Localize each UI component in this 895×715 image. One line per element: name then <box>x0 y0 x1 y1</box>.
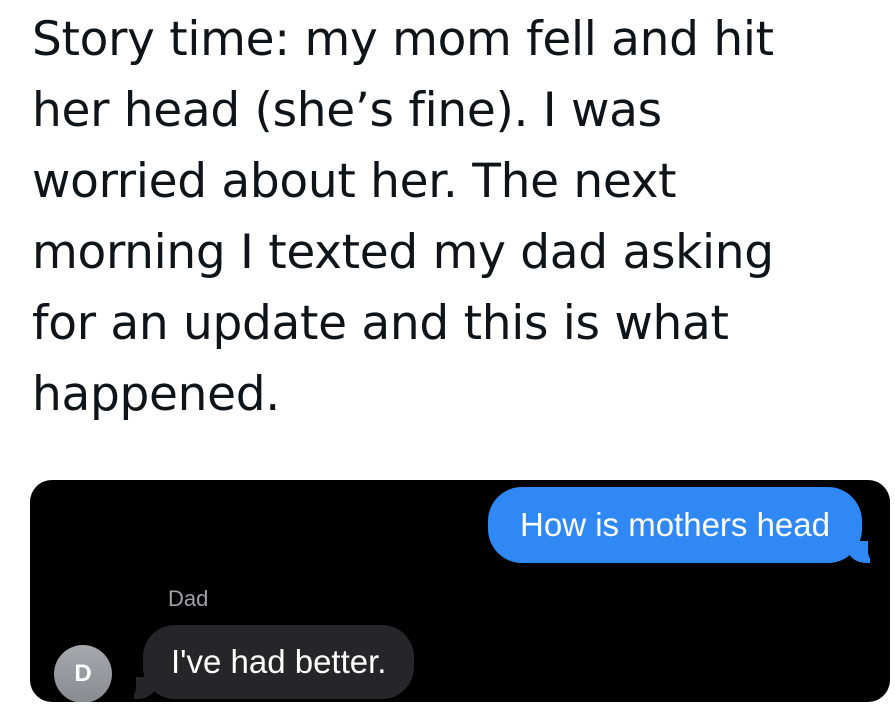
sent-message-bubble: How is mothers head <box>488 487 884 564</box>
received-message-text: I've had better. <box>171 643 387 680</box>
tweet-line: worried about her. The next <box>32 154 677 209</box>
sent-bubble-tail <box>848 541 870 563</box>
received-bubble-tail <box>134 677 156 699</box>
tweet-line: morning I texted my dad asking <box>32 225 774 280</box>
tweet-text: Story time: my mom fell and hit her head… <box>32 4 872 430</box>
avatar: D <box>54 645 112 702</box>
tweet-line: her head (she’s fine). I was <box>32 83 662 138</box>
message-screenshot: How is mothers head Dad D I've had bette… <box>30 480 890 702</box>
sent-message-text: How is mothers head <box>520 506 830 543</box>
tweet-line: happened. <box>32 367 280 422</box>
sender-name: Dad <box>168 586 209 611</box>
received-message-bubble: I've had better. <box>120 625 415 700</box>
avatar-initial: D <box>74 660 92 687</box>
tweet-line: for an update and this is what <box>32 296 729 351</box>
tweet-line: Story time: my mom fell and hit <box>32 12 774 67</box>
